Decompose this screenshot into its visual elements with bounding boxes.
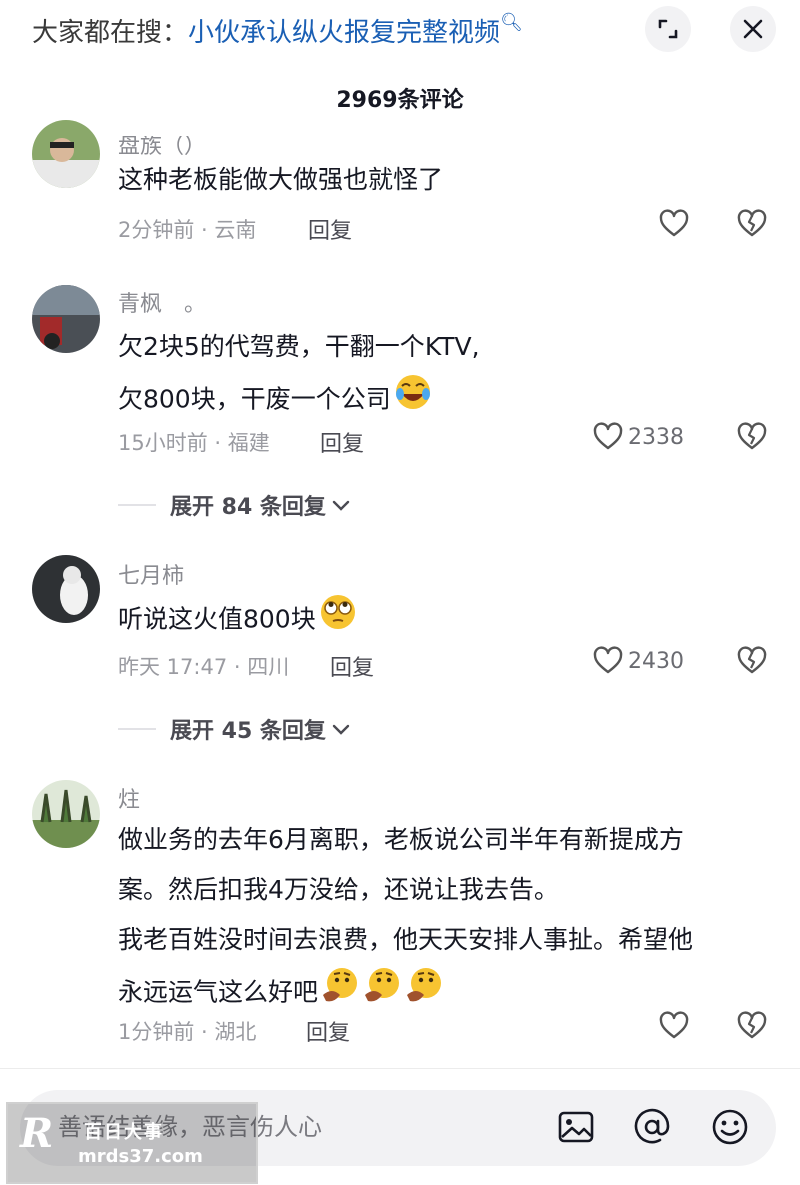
emoji-icon (712, 1109, 748, 1145)
reply-button[interactable]: 回复 (320, 426, 364, 458)
comment-text: 欠2块5的代驾费，干翻一个KTV, 欠800块，干废一个公司 (118, 322, 480, 429)
dislike-button[interactable] (736, 645, 768, 681)
reply-button[interactable]: 回复 (308, 213, 352, 245)
thinking-emoji (404, 965, 444, 1022)
comment-line: 做业务的去年6月离职，老板说公司半年有新提成方 (118, 825, 684, 854)
comment-line-text: 听说这火值800块 (118, 604, 316, 634)
comment-text: 听说这火值800块 (118, 592, 358, 649)
bottom-divider (0, 1068, 800, 1069)
expand-icon (658, 19, 678, 39)
comment-line-text: 欠800块，干废一个公司 (118, 384, 391, 414)
comment-username[interactable]: 炷 (118, 782, 140, 814)
heart-icon (659, 209, 689, 237)
watermark-name: 百日大事 (84, 1122, 164, 1143)
thinking-emoji (362, 965, 402, 1022)
comment-line: 欠800块，干废一个公司 (118, 372, 480, 429)
comment-line: 听说这火值800块 (118, 592, 358, 649)
comment-time-location: 15小时前 · 福建 (118, 431, 270, 455)
avatar-image (32, 285, 100, 353)
avatar-image (32, 555, 100, 623)
laughing-crying-emoji (393, 372, 433, 429)
broken-heart-icon (737, 422, 767, 450)
comment-username[interactable]: 七月柿 (118, 558, 184, 590)
comment-text: 这种老板能做大做强也就怪了 (118, 155, 443, 205)
close-icon (743, 19, 763, 39)
expand-button[interactable] (645, 6, 691, 52)
avatar[interactable] (32, 285, 100, 353)
chevron-down-icon (332, 724, 350, 735)
image-icon (558, 1111, 594, 1143)
dislike-button[interactable] (736, 1010, 768, 1046)
emoji-button[interactable] (710, 1107, 750, 1147)
expand-replies-button[interactable]: 展开 45 条回复 (118, 714, 352, 744)
comment-line-text: 永远运气这么好吧 (118, 977, 319, 1007)
dislike-button[interactable] (736, 208, 768, 244)
chevron-down-icon (332, 500, 350, 511)
like-count: 2430 (628, 648, 684, 674)
watermark-url: mrds37.com (78, 1146, 203, 1167)
comment-time-location: 1分钟前 · 湖北 (118, 1020, 257, 1044)
search-icon: 🔍︎ (500, 12, 523, 33)
like-count: 2338 (628, 424, 684, 450)
like-button[interactable] (658, 208, 690, 240)
comment-count-title: 2969条评论 (336, 88, 464, 113)
avatar[interactable] (32, 555, 100, 623)
hot-search-prefix: 大家都在搜： (32, 18, 189, 48)
expand-replies-label: 展开 84 条回复 (170, 495, 326, 520)
comment-line: 我老百姓没时间去浪费，他天天安排人事扯。希望他 (118, 925, 694, 954)
expand-divider (118, 728, 156, 730)
thinking-emoji (320, 965, 360, 1022)
like-button[interactable] (658, 1010, 690, 1042)
reply-button[interactable]: 回复 (306, 1015, 350, 1047)
top-bar: 大家都在搜：小伙承认纵火报复完整视频🔍︎ (0, 0, 800, 58)
watermark-logo: R (20, 1110, 54, 1157)
heart-icon (593, 646, 623, 674)
comment-line: 欠2块5的代驾费，干翻一个KTV, (118, 332, 480, 361)
expand-divider (118, 504, 156, 506)
comment-username[interactable]: 青枫 。 (118, 286, 206, 318)
broken-heart-icon (737, 209, 767, 237)
site-watermark: R 百日大事 mrds37.com (6, 1102, 258, 1184)
comment-time-location: 2分钟前 · 云南 (118, 218, 257, 242)
at-icon (634, 1108, 670, 1144)
hot-search-query[interactable]: 小伙承认纵火报复完整视频 (188, 18, 500, 48)
broken-heart-icon (737, 1011, 767, 1039)
comment-text: 做业务的去年6月离职，老板说公司半年有新提成方 案。然后扣我4万没给，还说让我去… (118, 815, 693, 1022)
close-button[interactable] (730, 6, 776, 52)
dislike-button[interactable] (736, 421, 768, 457)
comment-line: 案。然后扣我4万没给，还说让我去告。 (118, 875, 559, 904)
comment-line: 永远运气这么好吧 (118, 965, 693, 1022)
comment-line: 这种老板能做大做强也就怪了 (118, 165, 444, 194)
like-button[interactable]: 2338 (592, 421, 684, 453)
comment-time-location: 昨天 17:47 · 四川 (118, 655, 290, 679)
hot-search[interactable]: 大家都在搜：小伙承认纵火报复完整视频🔍︎ (32, 12, 523, 49)
avatar-image (32, 120, 100, 188)
avatar-image (32, 780, 100, 848)
expand-replies-label: 展开 45 条回复 (170, 719, 326, 744)
rolling-eyes-emoji (318, 592, 358, 649)
broken-heart-icon (737, 646, 767, 674)
avatar[interactable] (32, 120, 100, 188)
mention-button[interactable] (632, 1107, 672, 1147)
heart-icon (593, 422, 623, 450)
image-button[interactable] (556, 1107, 596, 1147)
like-button[interactable]: 2430 (592, 645, 684, 677)
reply-button[interactable]: 回复 (330, 650, 374, 682)
avatar[interactable] (32, 780, 100, 848)
heart-icon (659, 1011, 689, 1039)
expand-replies-button[interactable]: 展开 84 条回复 (118, 490, 352, 520)
